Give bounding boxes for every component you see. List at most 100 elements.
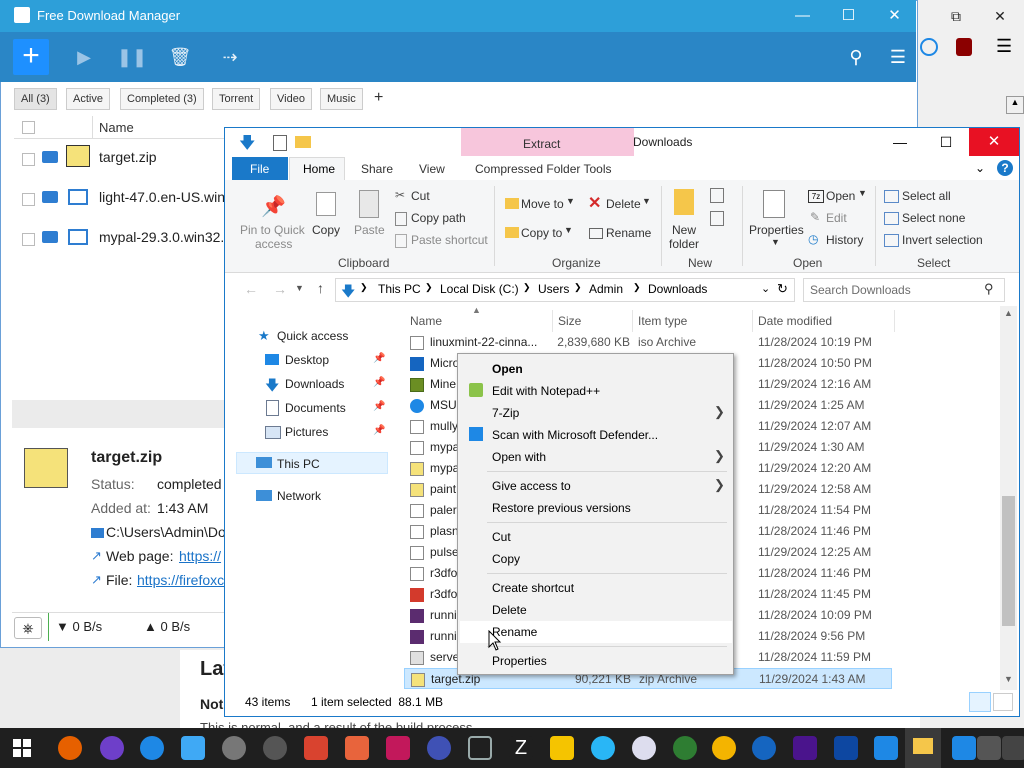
tab-file[interactable]: File — [232, 157, 288, 181]
browser-icon[interactable] — [140, 736, 164, 760]
folder-icon[interactable] — [42, 231, 58, 243]
properties-dropdown-icon[interactable]: ▼ — [771, 237, 780, 247]
speed-mode-icon[interactable]: ⎈ — [14, 617, 42, 639]
column-size[interactable]: Size — [558, 314, 581, 328]
refresh-icon[interactable]: ↻ — [777, 281, 788, 297]
fox-icon[interactable] — [304, 736, 328, 760]
properties-quick-icon[interactable] — [273, 135, 287, 151]
menu-create-shortcut[interactable]: Create shortcut — [492, 581, 574, 595]
menu-copy[interactable]: Copy — [492, 552, 520, 566]
raccoon-icon[interactable] — [263, 736, 287, 760]
properties-button[interactable]: Properties — [749, 223, 804, 237]
close-icon[interactable]: ✕ — [969, 128, 1019, 156]
scroll-up-icon[interactable]: ▲ — [1006, 96, 1024, 114]
download-row[interactable]: mypal-29.3.0.win32. — [14, 219, 224, 257]
green-browser-icon[interactable] — [673, 736, 697, 760]
breadcrumb-downloads[interactable]: Downloads — [648, 282, 707, 296]
up-icon[interactable]: ↑ — [317, 280, 324, 296]
open-button[interactable]: Open — [826, 189, 855, 203]
download-row[interactable]: light-47.0.en-US.win — [14, 179, 225, 217]
help-icon[interactable]: ? — [997, 160, 1013, 176]
download-row[interactable]: target.zip — [14, 139, 224, 177]
filter-completed[interactable]: Completed (3) — [120, 88, 204, 110]
search-input[interactable]: Search Downloads — [810, 283, 911, 297]
filter-video[interactable]: Video — [270, 88, 312, 110]
resume-icon[interactable]: ▶ — [68, 41, 100, 73]
menu-give-access[interactable]: Give access to — [492, 479, 571, 493]
sphere-icon[interactable] — [632, 736, 656, 760]
floorp-icon[interactable] — [100, 736, 124, 760]
network-tray-icon[interactable] — [977, 736, 1001, 760]
details-view-icon[interactable] — [969, 692, 991, 712]
copy-to-button[interactable]: Copy to — [521, 226, 562, 240]
edit-button[interactable]: Edit — [826, 211, 847, 225]
new-folder-quick-icon[interactable] — [295, 136, 311, 148]
z-icon[interactable]: Z — [509, 736, 533, 760]
file-link[interactable]: https://firefoxc — [137, 572, 224, 588]
file-row[interactable]: linuxmint-22-cinna... 2,839,680 KB iso Arc… — [404, 332, 994, 353]
collapse-ribbon-icon[interactable]: ⌄ — [975, 161, 985, 175]
m-icon[interactable] — [550, 736, 574, 760]
breadcrumb-users[interactable]: Users — [538, 282, 569, 296]
nav-this-pc[interactable]: This PC — [277, 457, 320, 471]
minimize-icon[interactable]: — — [877, 128, 923, 156]
app-e-icon[interactable] — [427, 736, 451, 760]
menu-cut[interactable]: Cut — [492, 530, 511, 544]
edge-like-icon[interactable] — [591, 736, 615, 760]
new-folder-button[interactable]: New — [672, 223, 696, 237]
filter-all[interactable]: All (3) — [14, 88, 57, 110]
menu-7zip[interactable]: 7-Zip — [492, 406, 519, 420]
menu-restore-versions[interactable]: Restore previous versions — [492, 501, 631, 515]
pin-to-quick-access-button[interactable]: Pin to Quick — [240, 223, 305, 237]
tab-home[interactable]: Home — [289, 157, 345, 181]
column-type[interactable]: Item type — [638, 314, 687, 328]
row-checkbox[interactable] — [22, 233, 35, 246]
fox-orange-icon[interactable] — [345, 736, 369, 760]
close-icon[interactable]: ✕ — [872, 0, 917, 32]
nav-documents[interactable]: Documents — [285, 401, 346, 415]
menu-icon[interactable]: ☰ — [996, 36, 1012, 57]
forward-icon[interactable]: → — [273, 281, 287, 297]
move-icon[interactable]: ⇢ — [214, 41, 246, 73]
column-name[interactable]: Name — [410, 314, 442, 328]
search-icon[interactable]: ⚲ — [984, 281, 994, 297]
column-name[interactable]: Name — [99, 120, 134, 135]
copy-button[interactable]: Copy — [312, 223, 340, 237]
fdm-taskbar-icon[interactable] — [874, 736, 898, 760]
close-icon[interactable]: ✕ — [980, 0, 1020, 32]
back-icon[interactable]: ← — [244, 281, 258, 297]
search-icon[interactable]: ⚲ — [840, 41, 872, 73]
delete-dropdown-icon[interactable]: ▼ — [642, 196, 651, 206]
recent-dropdown-icon[interactable]: ▼ — [295, 283, 304, 293]
add-download-button[interactable]: + — [13, 39, 49, 75]
move-to-dropdown-icon[interactable]: ▼ — [566, 196, 575, 206]
menu-delete[interactable]: Delete — [492, 603, 527, 617]
fox-pink-icon[interactable] — [386, 736, 410, 760]
ublock-icon[interactable] — [956, 38, 972, 56]
history-button[interactable]: History — [826, 233, 863, 247]
open-dropdown-icon[interactable]: ▼ — [858, 188, 867, 198]
waterfox-icon[interactable] — [181, 736, 205, 760]
maximize-icon[interactable]: ☐ — [826, 0, 871, 32]
explorer-taskbar-active[interactable] — [905, 728, 941, 768]
row-checkbox[interactable] — [22, 193, 35, 206]
filter-torrent[interactable]: Torrent — [212, 88, 261, 110]
cut-button[interactable]: Cut — [411, 189, 430, 203]
select-none-button[interactable]: Select none — [902, 211, 965, 225]
filter-active[interactable]: Active — [66, 88, 110, 110]
copy-to-dropdown-icon[interactable]: ▼ — [564, 225, 573, 235]
scroll-up-icon[interactable]: ▲ — [1004, 308, 1013, 318]
menu-properties[interactable]: Properties — [492, 654, 547, 668]
rename-button[interactable]: Rename — [606, 226, 651, 240]
firefox-icon[interactable] — [58, 736, 82, 760]
globe-icon[interactable] — [752, 736, 776, 760]
folder-icon[interactable] — [42, 191, 58, 203]
extract-label[interactable]: Extract — [523, 137, 560, 151]
w-icon[interactable] — [834, 736, 858, 760]
minimize-icon[interactable]: — — [780, 0, 825, 32]
quick-access-download-icon[interactable]: 🡇 — [239, 132, 255, 159]
breadcrumb-local-disk[interactable]: Local Disk (C:) — [440, 282, 519, 296]
tor-icon[interactable] — [793, 736, 817, 760]
invert-selection-button[interactable]: Invert selection — [902, 233, 983, 247]
restore-icon[interactable]: ⧉ — [936, 0, 976, 32]
